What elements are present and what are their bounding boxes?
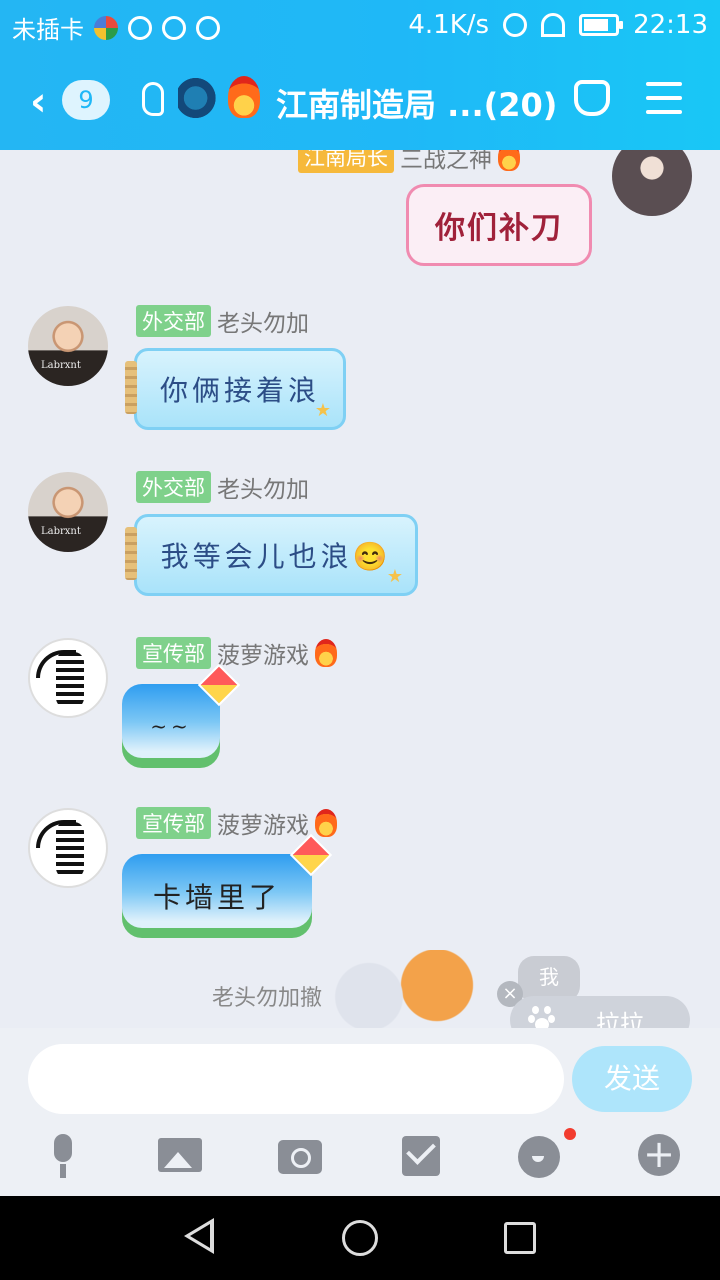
red-packet-icon[interactable] <box>398 1132 446 1180</box>
pet-action-button[interactable]: 拉拉 <box>510 996 690 1028</box>
location-icon <box>162 15 186 40</box>
menu-icon[interactable] <box>646 82 682 114</box>
paw-icon <box>528 1006 556 1028</box>
sender-role-badge: 外交部 <box>136 471 211 503</box>
chat-header: ‹ 9 江南制造局 ...(20) <box>0 52 720 150</box>
nav-home-icon[interactable] <box>342 1220 378 1256</box>
sender-name[interactable]: 老头勿加 <box>217 470 309 504</box>
back-arrow-icon[interactable]: ‹ <box>30 82 46 122</box>
avatar[interactable] <box>28 808 108 888</box>
input-toolbar <box>0 1132 720 1188</box>
input-bar: 发送 <box>0 1028 720 1196</box>
camera-icon[interactable] <box>276 1132 324 1180</box>
microphone-icon[interactable] <box>40 1132 88 1180</box>
send-button[interactable]: 发送 <box>572 1046 692 1112</box>
plus-icon[interactable] <box>636 1132 684 1180</box>
battery-icon <box>579 14 624 36</box>
wifi-icon <box>541 13 566 37</box>
message-text: 你俩接着浪 <box>159 374 320 407</box>
system-nav-bar <box>0 1196 720 1280</box>
sender-name[interactable]: 菠萝游戏 <box>217 806 309 840</box>
message-text: 我等会儿也浪😊 <box>160 540 392 573</box>
notification-dot <box>564 1128 576 1140</box>
sender-role-badge: 宣传部 <box>136 637 211 669</box>
message-text: 你们补刀 <box>435 211 563 246</box>
sender-role-badge: 外交部 <box>136 305 211 337</box>
sender-line: 宣传部 菠萝游戏 <box>136 806 337 840</box>
star-icon: ★ <box>386 566 407 587</box>
image-icon[interactable] <box>156 1132 204 1180</box>
status-left: 未插卡 <box>12 10 220 45</box>
kite-icon <box>197 663 241 707</box>
message-bubble[interactable]: 我等会儿也浪😊 ★ <box>125 514 418 596</box>
message-bubble[interactable]: 你们补刀 <box>406 184 592 266</box>
sender-line: 宣传部 菠萝游戏 <box>136 636 337 670</box>
network-speed: 4.1K/s <box>408 10 490 40</box>
earpiece-mode-icon[interactable] <box>142 82 164 116</box>
sender-line: 江南局长 三战之神 <box>298 150 520 174</box>
fire-badge-icon <box>315 809 337 837</box>
sender-line: 外交部 老头勿加 <box>136 470 309 504</box>
group-title[interactable]: 江南制造局 ...(20) <box>276 80 557 126</box>
fire-badge-icon <box>315 639 337 667</box>
message-text: 卡墙里了 <box>152 881 281 914</box>
recall-notice: 老头勿加撤 <box>212 986 323 1011</box>
message-bubble[interactable]: ~~ <box>122 663 241 768</box>
avatar[interactable] <box>28 306 108 386</box>
message-bubble[interactable]: 卡墙里了 <box>122 833 333 938</box>
top-bar: 未插卡 4.1K/s 22:13 ‹ 9 江南制造局 ...(20) <box>0 0 720 150</box>
sender-name[interactable]: 老头勿加 <box>217 304 309 338</box>
message-text: ~~ <box>150 714 192 738</box>
sync-icon <box>196 15 220 40</box>
sender-name[interactable]: 三战之神 <box>400 150 492 174</box>
app-notification-icon <box>94 15 118 40</box>
alarm-icon <box>503 13 528 37</box>
dragon-badge-icon <box>178 78 222 118</box>
avatar[interactable] <box>28 638 108 718</box>
avatar[interactable] <box>28 472 108 552</box>
star-icon: ★ <box>314 400 335 421</box>
sender-role-badge: 江南局长 <box>298 150 394 173</box>
clock: 22:13 <box>633 10 708 40</box>
carrier-label: 未插卡 <box>12 16 84 44</box>
nav-recent-apps-icon[interactable] <box>504 1222 536 1254</box>
sender-line: 外交部 老头勿加 <box>136 304 309 338</box>
sender-role-badge: 宣传部 <box>136 807 211 839</box>
pet-action-label: 拉拉 <box>596 1010 644 1028</box>
avatar[interactable] <box>612 150 692 216</box>
unread-count-badge[interactable]: 9 <box>62 80 110 120</box>
hand-gesture-icon[interactable] <box>574 80 610 116</box>
status-right: 4.1K/s 22:13 <box>408 10 708 40</box>
emoji-icon[interactable] <box>516 1132 564 1180</box>
status-bar: 未插卡 4.1K/s 22:13 <box>0 0 720 52</box>
kite-icon <box>289 833 333 877</box>
fire-badge-icon <box>498 150 520 171</box>
fire-badge-icon <box>228 76 260 118</box>
globe-icon <box>128 15 152 40</box>
chat-area[interactable]: 江南局长 三战之神 你们补刀 外交部 老头勿加 你俩接着浪 ★ 外交部 老头勿加… <box>0 150 720 1028</box>
message-input[interactable] <box>28 1044 564 1114</box>
pet-sticker[interactable] <box>318 950 488 1028</box>
message-bubble[interactable]: 你俩接着浪 ★ <box>125 348 346 430</box>
sender-name[interactable]: 菠萝游戏 <box>217 636 309 670</box>
nav-back-icon[interactable] <box>184 1218 214 1254</box>
